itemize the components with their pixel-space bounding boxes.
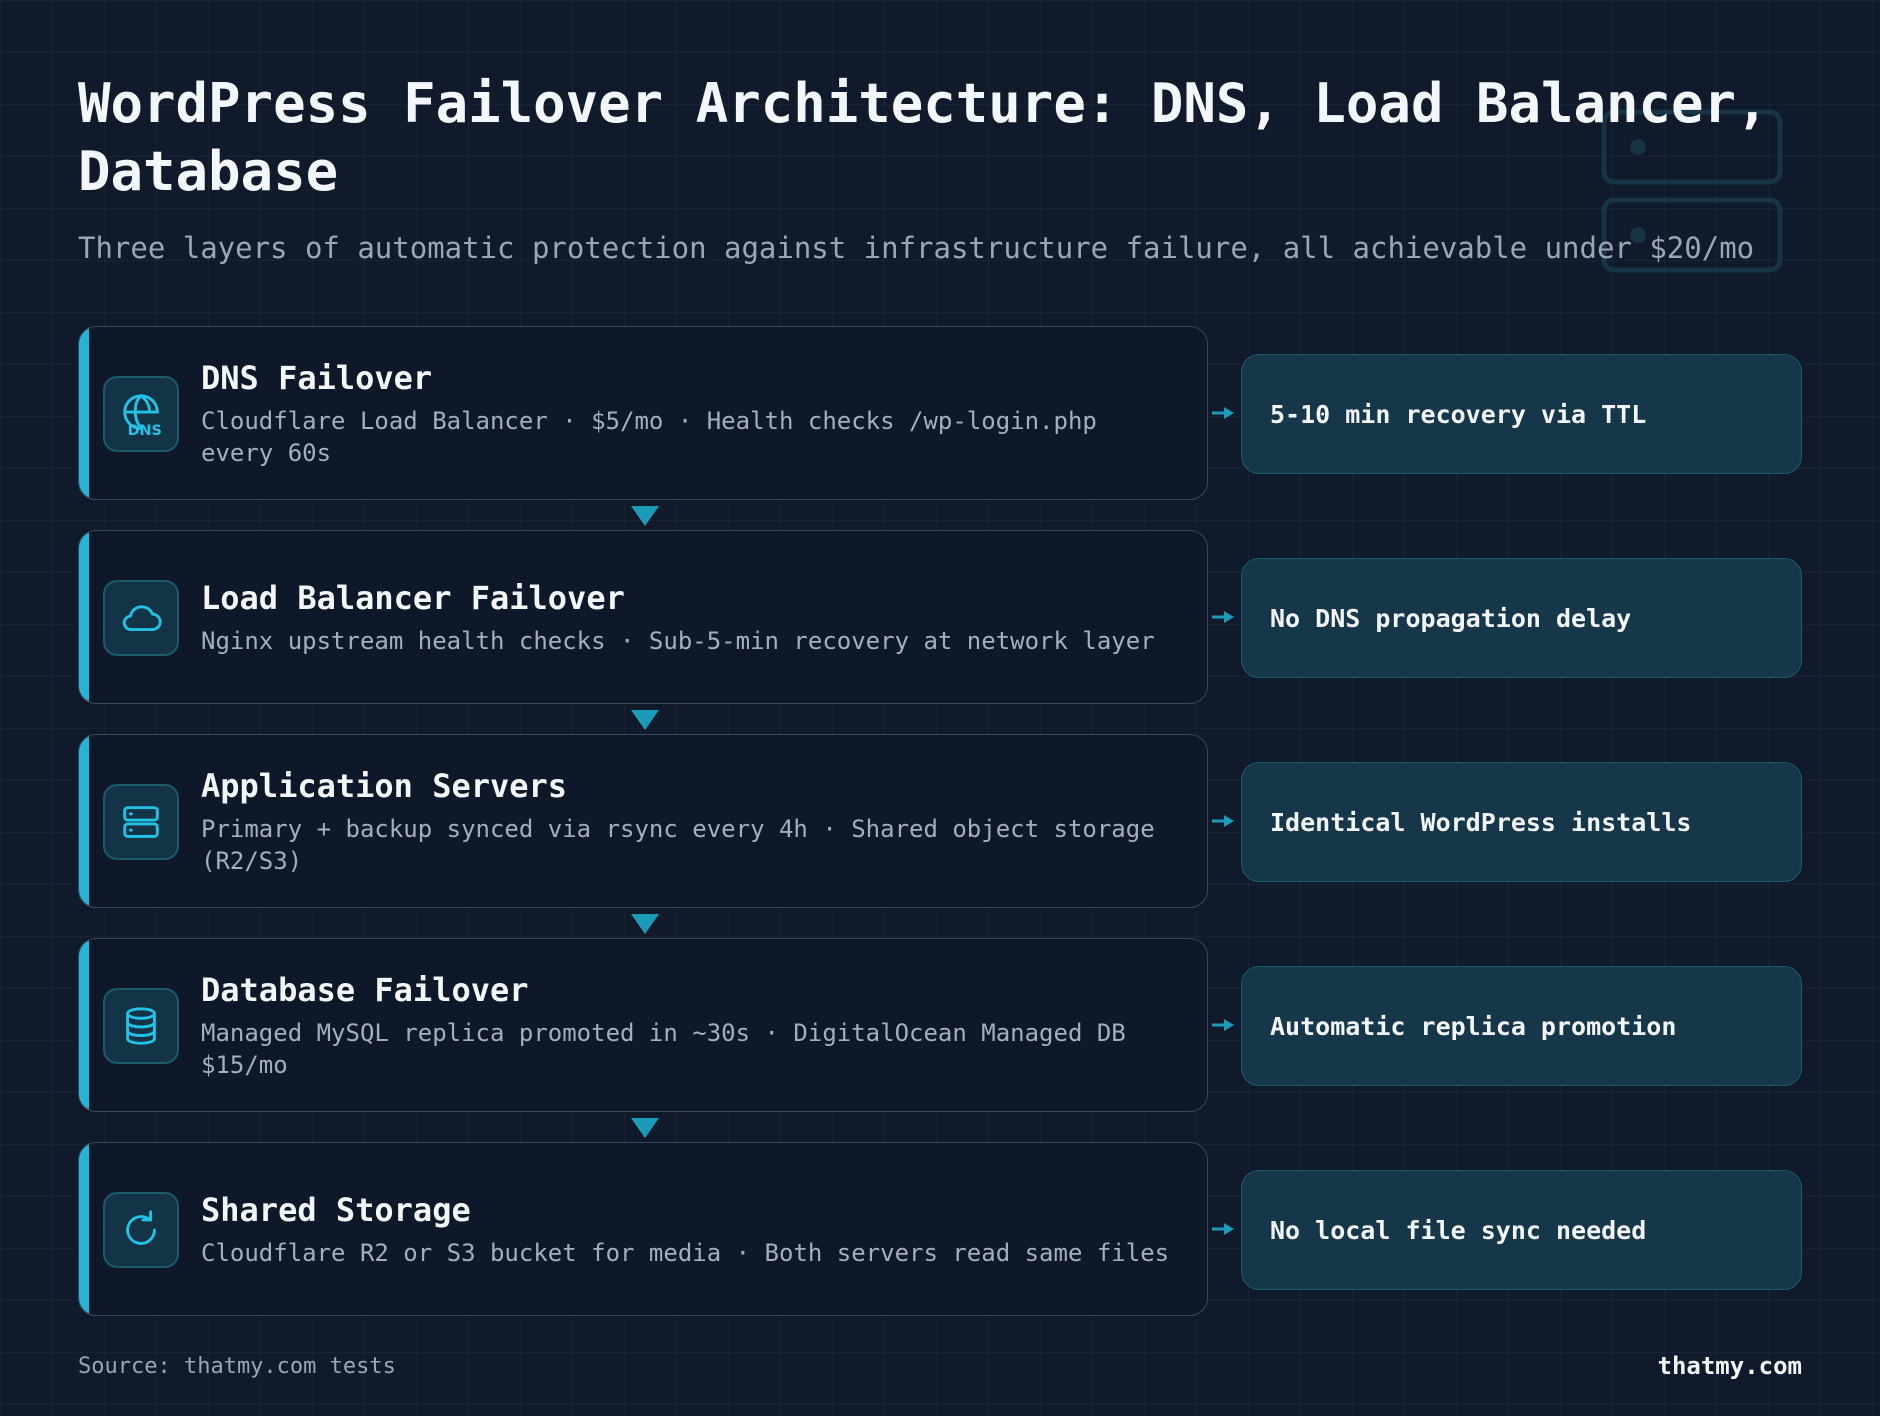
step-card-shared-storage: Shared Storage Cloudflare R2 or S3 bucke…	[78, 1142, 1208, 1316]
arrow-right-icon	[1212, 407, 1234, 419]
step-description: Cloudflare R2 or S3 bucket for media · B…	[201, 1239, 1170, 1267]
step-description: Nginx upstream health checks · Sub-5-min…	[201, 627, 1155, 655]
svg-text:DNS: DNS	[128, 423, 162, 437]
card-accent-bar	[79, 735, 89, 907]
outcome-badge: No local file sync needed	[1241, 1170, 1802, 1290]
step-description: Cloudflare Load Balancer · $5/mo · Healt…	[201, 407, 1097, 467]
step-title: Application Servers	[201, 767, 568, 805]
step-title: Database Failover	[201, 971, 529, 1009]
arrow-down-icon	[631, 1118, 659, 1138]
brand-label: thatmy.com	[1657, 1352, 1803, 1380]
outcome-badge: No DNS propagation delay	[1241, 558, 1802, 678]
cloud-icon	[103, 580, 179, 656]
arrow-right-icon	[1212, 1019, 1234, 1031]
source-note: Source: thatmy.com tests	[78, 1354, 396, 1379]
step-card-database-failover: Database Failover Managed MySQL replica …	[78, 938, 1208, 1112]
outcome-badge: 5-10 min recovery via TTL	[1241, 354, 1802, 474]
arrow-right-icon	[1212, 815, 1234, 827]
card-accent-bar	[79, 1143, 89, 1315]
card-accent-bar	[79, 327, 89, 499]
arrow-down-icon	[631, 506, 659, 526]
server-icon	[103, 784, 179, 860]
refresh-icon	[103, 1192, 179, 1268]
arrow-right-icon	[1212, 611, 1234, 623]
globe-dns-icon: DNS	[103, 376, 179, 452]
card-accent-bar	[79, 531, 89, 703]
step-description: Primary + backup synced via rsync every …	[201, 815, 1155, 875]
database-icon	[103, 988, 179, 1064]
arrow-right-icon	[1212, 1223, 1234, 1235]
step-card-dns-failover: DNS DNS Failover Cloudflare Load Balance…	[78, 326, 1208, 500]
step-title: DNS Failover	[201, 359, 433, 397]
failover-steps: DNS DNS Failover Cloudflare Load Balance…	[0, 0, 1880, 1416]
step-description: Managed MySQL replica promoted in ~30s ·…	[201, 1019, 1126, 1079]
outcome-badge: Automatic replica promotion	[1241, 966, 1802, 1086]
step-title: Load Balancer Failover	[201, 579, 625, 617]
arrow-down-icon	[631, 710, 659, 730]
card-accent-bar	[79, 939, 89, 1111]
step-card-application-servers: Application Servers Primary + backup syn…	[78, 734, 1208, 908]
step-card-load-balancer-failover: Load Balancer Failover Nginx upstream he…	[78, 530, 1208, 704]
step-title: Shared Storage	[201, 1191, 471, 1229]
arrow-down-icon	[631, 914, 659, 934]
outcome-badge: Identical WordPress installs	[1241, 762, 1802, 882]
